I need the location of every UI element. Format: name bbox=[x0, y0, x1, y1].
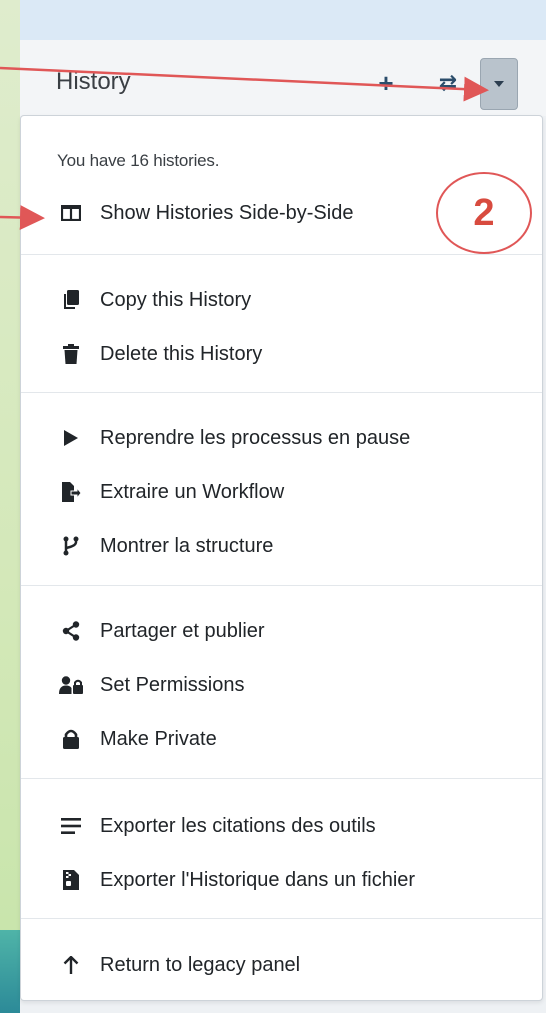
menu-item-extract-workflow[interactable]: Extraire un Workflow bbox=[21, 468, 542, 516]
plus-icon: + bbox=[378, 67, 394, 98]
menu-divider bbox=[21, 392, 542, 393]
background-green-strip bbox=[0, 0, 20, 1013]
copy-icon bbox=[57, 288, 85, 312]
menu-item-export-citations[interactable]: Exporter les citations des outils bbox=[21, 802, 542, 850]
annotation-step-badge: 2 bbox=[436, 172, 532, 254]
menu-item-show-structure[interactable]: Montrer la structure bbox=[21, 522, 542, 570]
lock-icon bbox=[57, 727, 85, 751]
play-icon bbox=[57, 426, 85, 450]
history-options-dropdown-button[interactable] bbox=[480, 58, 518, 110]
file-archive-icon bbox=[57, 868, 85, 892]
exchange-icon: ⇄ bbox=[438, 70, 458, 95]
menu-item-set-permissions[interactable]: Set Permissions bbox=[21, 661, 542, 709]
menu-item-make-private[interactable]: Make Private bbox=[21, 715, 542, 763]
background-teal-bar bbox=[0, 930, 20, 1013]
file-export-icon bbox=[57, 480, 85, 504]
user-lock-icon bbox=[57, 673, 85, 697]
switch-history-button[interactable]: ⇄ bbox=[428, 58, 468, 108]
menu-divider bbox=[21, 918, 542, 919]
menu-item-export-history-file[interactable]: Exporter l'Historique dans un fichier bbox=[21, 856, 542, 904]
menu-divider bbox=[21, 254, 542, 255]
menu-item-return-legacy-panel[interactable]: Return to legacy panel bbox=[21, 941, 542, 989]
menu-item-delete-history[interactable]: Delete this History bbox=[21, 330, 542, 378]
histories-count-text: You have 16 histories. bbox=[57, 151, 220, 170]
caret-down-icon bbox=[494, 81, 504, 87]
menu-item-resume-paused-jobs[interactable]: Reprendre les processus en pause bbox=[21, 414, 542, 462]
menu-item-copy-history[interactable]: Copy this History bbox=[21, 276, 542, 324]
history-title: History bbox=[56, 68, 131, 95]
top-bar bbox=[20, 0, 546, 40]
arrow-up-icon bbox=[57, 953, 85, 977]
menu-divider bbox=[21, 778, 542, 779]
code-branch-icon bbox=[57, 534, 85, 558]
menu-divider bbox=[21, 585, 542, 586]
list-icon bbox=[57, 814, 85, 838]
columns-icon bbox=[57, 201, 85, 225]
trash-icon bbox=[57, 342, 85, 366]
menu-item-share-publish[interactable]: Partager et publier bbox=[21, 607, 542, 655]
share-icon bbox=[57, 619, 85, 643]
create-history-button[interactable]: + bbox=[366, 58, 406, 108]
